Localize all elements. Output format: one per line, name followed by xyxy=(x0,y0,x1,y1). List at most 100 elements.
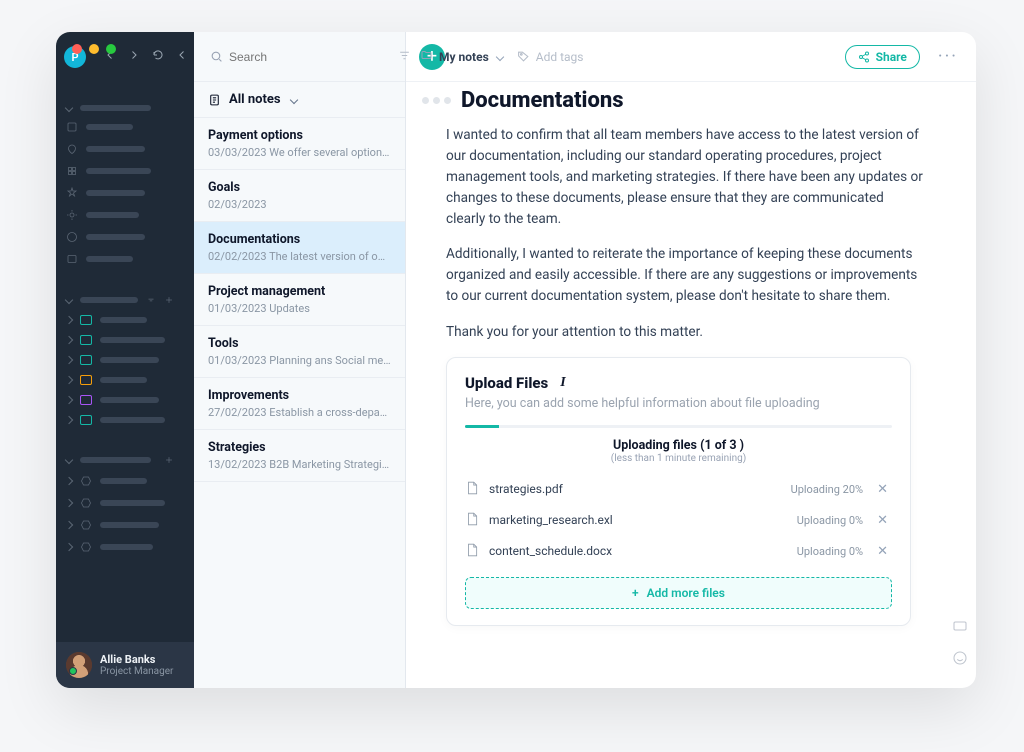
upload-progress-bar xyxy=(465,425,892,428)
note-title: Tools xyxy=(208,336,391,351)
sidebar-folder-item[interactable] xyxy=(56,310,194,330)
nav-forward-button[interactable] xyxy=(128,49,140,65)
remove-file-button[interactable]: ✕ xyxy=(873,511,892,530)
more-menu-button[interactable]: ··· xyxy=(934,42,962,71)
editor-float-toolbar xyxy=(952,618,968,670)
sidebar-tag-item[interactable] xyxy=(56,492,194,514)
note-list-panel: + All notes Payment options 03/03/2023 W… xyxy=(194,32,406,688)
paragraph: Additionally, I wanted to reiterate the … xyxy=(446,244,926,307)
note-meta: 02/02/2023 The latest version of our doc… xyxy=(208,250,391,263)
note-meta: 03/03/2023 We offer several options … xyxy=(208,146,391,159)
sidebar-folder-item[interactable] xyxy=(56,330,194,350)
breadcrumb[interactable]: My notes xyxy=(420,49,503,64)
search-input[interactable] xyxy=(229,50,384,64)
sort-icon[interactable] xyxy=(146,295,156,305)
all-notes-label: All notes xyxy=(229,92,281,107)
search-icon xyxy=(210,50,223,63)
plus-icon: + xyxy=(632,586,639,600)
file-status-label: Uploading 20% xyxy=(791,483,864,496)
upload-card-subtitle: Here, you can add some helpful informati… xyxy=(465,396,892,411)
note-item[interactable]: Project management 01/03/2023 Updates xyxy=(194,274,405,326)
add-icon[interactable] xyxy=(164,455,174,465)
sidebar-item[interactable] xyxy=(56,226,194,248)
file-status-label: Uploading 0% xyxy=(797,514,863,527)
add-more-label: Add more files xyxy=(647,586,725,600)
sidebar-section-tags xyxy=(56,444,194,564)
sidebar-tag-item[interactable] xyxy=(56,470,194,492)
add-more-files-button[interactable]: + Add more files xyxy=(465,577,892,609)
file-icon xyxy=(465,511,479,530)
sidebar-folder-item[interactable] xyxy=(56,370,194,390)
file-row: strategies.pdf Uploading 20% ✕ xyxy=(465,474,892,505)
priority-dots[interactable] xyxy=(422,97,451,104)
sidebar-folder-item[interactable] xyxy=(56,350,194,370)
file-name-label: content_schedule.docx xyxy=(489,544,787,558)
all-notes-header[interactable]: All notes xyxy=(194,82,405,118)
upload-status-subtext: (less than 1 minute remaining) xyxy=(465,453,892,464)
sidebar-item[interactable] xyxy=(56,160,194,182)
note-item[interactable]: Payment options 03/03/2023 We offer seve… xyxy=(194,118,405,170)
note-title: Strategies xyxy=(208,440,391,455)
sidebar-folder-item[interactable] xyxy=(56,390,194,410)
user-name-label: Allie Banks xyxy=(100,653,173,666)
text-cursor-icon: I xyxy=(560,375,565,391)
note-item-selected[interactable]: Documentations 02/02/2023 The latest ver… xyxy=(194,222,405,274)
minimize-window-button[interactable] xyxy=(89,44,99,54)
search-input-wrap[interactable] xyxy=(204,46,390,68)
sidebar-section-header[interactable] xyxy=(56,290,194,310)
sidebar-item[interactable] xyxy=(56,248,194,270)
add-tags-button[interactable]: Add tags xyxy=(517,50,584,64)
mac-window-controls[interactable] xyxy=(72,44,116,54)
paragraph: Thank you for your attention to this mat… xyxy=(446,322,926,343)
breadcrumb-label: My notes xyxy=(439,50,489,64)
note-meta: 02/03/2023 xyxy=(208,198,391,211)
share-icon xyxy=(858,51,870,63)
folder-icon xyxy=(420,49,433,64)
maximize-window-button[interactable] xyxy=(106,44,116,54)
sidebar-user-card[interactable]: Allie Banks Project Manager xyxy=(56,642,194,688)
nav-refresh-button[interactable] xyxy=(152,49,164,65)
sidebar-section-header[interactable] xyxy=(56,450,194,470)
emoji-icon[interactable] xyxy=(952,650,968,670)
remove-file-button[interactable]: ✕ xyxy=(873,480,892,499)
sidebar-item[interactable] xyxy=(56,116,194,138)
note-title: Improvements xyxy=(208,388,391,403)
upload-status-text: Uploading files (1 of 3 ) xyxy=(465,438,892,453)
chevron-down-icon xyxy=(495,52,503,60)
sidebar-section-header[interactable] xyxy=(56,100,194,116)
document-title[interactable]: Documentations xyxy=(461,88,624,113)
paragraph: I wanted to confirm that all team member… xyxy=(446,125,926,230)
chevron-down-icon xyxy=(289,95,297,103)
note-item[interactable]: Goals 02/03/2023 xyxy=(194,170,405,222)
note-item[interactable]: Tools 01/03/2023 Planning ans Social med… xyxy=(194,326,405,378)
sidebar-folder-item[interactable] xyxy=(56,410,194,430)
sidebar-item[interactable] xyxy=(56,182,194,204)
sidebar-tag-item[interactable] xyxy=(56,514,194,536)
app-sidebar: P xyxy=(56,32,194,688)
document-body[interactable]: I wanted to confirm that all team member… xyxy=(446,125,926,343)
nav-collapse-button[interactable] xyxy=(176,49,188,65)
sidebar-tag-item[interactable] xyxy=(56,536,194,558)
upload-card-title: Upload Files xyxy=(465,374,548,392)
note-item[interactable]: Improvements 27/02/2023 Establish a cros… xyxy=(194,378,405,430)
note-meta: 01/03/2023 Updates xyxy=(208,302,391,315)
upload-files-card: Upload Files I Here, you can add some he… xyxy=(446,357,911,626)
note-title: Payment options xyxy=(208,128,391,143)
note-meta: 27/02/2023 Establish a cross-department … xyxy=(208,406,391,419)
user-role-label: Project Manager xyxy=(100,666,173,677)
note-title: Goals xyxy=(208,180,391,195)
note-title: Documentations xyxy=(208,232,391,247)
file-row: marketing_research.exl Uploading 0% ✕ xyxy=(465,505,892,536)
note-title: Project management xyxy=(208,284,391,299)
file-icon xyxy=(465,542,479,561)
close-window-button[interactable] xyxy=(72,44,82,54)
file-name-label: strategies.pdf xyxy=(489,482,781,496)
remove-file-button[interactable]: ✕ xyxy=(873,542,892,561)
keyboard-shortcut-icon[interactable] xyxy=(952,618,968,638)
sidebar-item[interactable] xyxy=(56,204,194,226)
add-icon[interactable] xyxy=(164,295,174,305)
share-button[interactable]: Share xyxy=(845,45,920,69)
add-tags-label: Add tags xyxy=(536,50,584,64)
note-item[interactable]: Strategies 13/02/2023 B2B Marketing Stra… xyxy=(194,430,405,482)
sidebar-item[interactable] xyxy=(56,138,194,160)
